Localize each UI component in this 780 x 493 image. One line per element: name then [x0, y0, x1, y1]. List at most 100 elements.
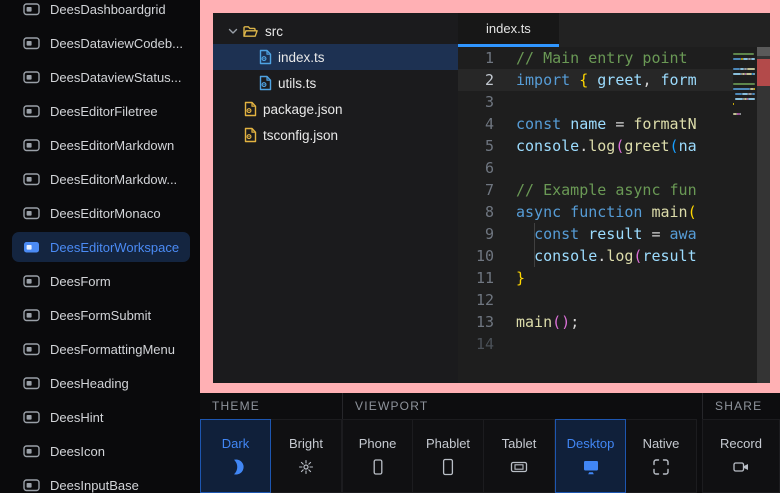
phone-button[interactable]: Phone: [342, 419, 413, 493]
tree-item-label: package.json: [263, 102, 343, 117]
sidebar-item-label: DeesDataviewCodeb...: [50, 36, 183, 51]
code-line-10: 10 console.log(result: [458, 245, 770, 267]
sidebar-item-deeseditorfiletree[interactable]: DeesEditorFiletree: [12, 96, 190, 126]
line-text: console.log(greet(na: [516, 135, 770, 157]
tablet-button[interactable]: Tablet: [484, 419, 555, 493]
tree-item-index-ts[interactable]: index.ts: [213, 44, 458, 70]
sidebar-item-deesicon[interactable]: DeesIcon: [12, 436, 190, 466]
line-number: 7: [458, 179, 516, 201]
code-line-7: 7// Example async fun: [458, 179, 770, 201]
toolbar-section-header: VIEWPORT: [342, 393, 697, 419]
tree-item-label: utils.ts: [278, 76, 316, 91]
component-icon: [23, 69, 40, 85]
record-button[interactable]: Record: [702, 419, 780, 493]
sidebar-item-label: DeesDataviewStatus...: [50, 70, 182, 85]
component-icon: [23, 137, 40, 153]
tree-item-tsconfig-json[interactable]: tsconfig.json: [213, 122, 458, 148]
component-icon: [23, 171, 40, 187]
tree-item-label: index.ts: [278, 50, 325, 65]
code-line-5: 5console.log(greet(na: [458, 135, 770, 157]
ts-file-icon: [258, 75, 272, 91]
tree-item-utils-ts[interactable]: utils.ts: [213, 70, 458, 96]
sidebar-item-label: DeesIcon: [50, 444, 105, 459]
component-sidebar: DeesDashboardgrid DeesDataviewCodeb... Dee…: [0, 0, 200, 493]
json-file-icon: [243, 127, 257, 143]
dark-button[interactable]: Dark: [200, 419, 271, 493]
line-text: const name = formatN: [516, 113, 770, 135]
code-lines: 1// Main entry point2import { greet, for…: [458, 47, 770, 355]
sidebar-item-label: DeesHeading: [50, 376, 129, 391]
sidebar-item-label: DeesEditorFiletree: [50, 104, 158, 119]
sidebar-item-deesdataviewstatus[interactable]: DeesDataviewStatus...: [12, 62, 190, 92]
component-icon: [23, 341, 40, 357]
sidebar-item-label: DeesHint: [50, 410, 103, 425]
sidebar-item-deesheading[interactable]: DeesHeading: [12, 368, 190, 398]
line-number: 1: [458, 47, 516, 69]
indent-guide: [534, 245, 535, 267]
bright-button[interactable]: Bright: [271, 419, 342, 493]
tree-item-label: tsconfig.json: [263, 128, 338, 143]
line-text: const result = awa: [516, 223, 770, 245]
line-text: import { greet, form: [516, 69, 770, 91]
sidebar-item-deeseditormarkdow[interactable]: DeesEditorMarkdow...: [12, 164, 190, 194]
line-text: }: [516, 267, 770, 289]
editor-tab-bar: index.ts: [458, 13, 770, 47]
editor-scrollbar-track[interactable]: [757, 47, 770, 383]
line-text: [516, 157, 770, 179]
line-number: 12: [458, 289, 516, 311]
toolbar-button-label: Record: [720, 436, 762, 451]
component-icon: [23, 307, 40, 323]
code-line-1: 1// Main entry point: [458, 47, 770, 69]
line-number: 2: [458, 69, 516, 91]
desktop-icon: [582, 458, 600, 476]
sidebar-item-deeseditormarkdown[interactable]: DeesEditorMarkdown: [12, 130, 190, 160]
sidebar-item-deeseditorworkspace[interactable]: DeesEditorWorkspace: [12, 232, 190, 262]
code-editor-panel: index.ts 1// Main entry point2import { g…: [458, 13, 770, 383]
sidebar-item-deeshint[interactable]: DeesHint: [12, 402, 190, 432]
toolbar-button-label: Phone: [359, 436, 397, 451]
sidebar-item-deesformattingmenu[interactable]: DeesFormattingMenu: [12, 334, 190, 364]
line-number: 3: [458, 91, 516, 113]
tree-item-label: src: [265, 24, 283, 39]
code-editor-content[interactable]: 1// Main entry point2import { greet, for…: [458, 47, 770, 383]
sidebar-item-label: DeesFormSubmit: [50, 308, 151, 323]
line-text: // Main entry point: [516, 47, 770, 69]
tree-item-package-json[interactable]: package.json: [213, 96, 458, 122]
code-line-9: 9 const result = awa: [458, 223, 770, 245]
sidebar-item-label: DeesForm: [50, 274, 111, 289]
line-number: 14: [458, 333, 516, 355]
phablet-button[interactable]: Phablet: [413, 419, 484, 493]
minimap[interactable]: [733, 47, 757, 383]
folder-open-icon: [242, 24, 259, 39]
demo-toolbar: THEMEDarkBrightVIEWPORTPhonePhabletTable…: [200, 393, 780, 493]
component-icon: [23, 103, 40, 119]
toolbar-button-label: Desktop: [567, 436, 615, 451]
sidebar-item-deeseditormonaco[interactable]: DeesEditorMonaco: [12, 198, 190, 228]
editor-scrollbar-thumb[interactable]: [757, 47, 770, 56]
editor-tab-indexts[interactable]: index.ts: [458, 13, 559, 47]
tablet-icon: [510, 458, 528, 476]
sidebar-item-deesform[interactable]: DeesForm: [12, 266, 190, 296]
sidebar-item-deesdataviewcodeb[interactable]: DeesDataviewCodeb...: [12, 28, 190, 58]
line-text: console.log(result: [516, 245, 770, 267]
phablet-icon: [439, 458, 457, 476]
line-number: 9: [458, 223, 516, 245]
desktop-button[interactable]: Desktop: [555, 419, 626, 493]
line-text: [516, 333, 770, 355]
sidebar-item-deesformsubmit[interactable]: DeesFormSubmit: [12, 300, 190, 330]
sidebar-item-deesdashboardgrid[interactable]: DeesDashboardgrid: [12, 0, 190, 24]
component-icon: [23, 239, 40, 255]
sun-icon: [297, 458, 315, 476]
component-icon: [23, 35, 40, 51]
component-icon: [23, 409, 40, 425]
native-button[interactable]: Native: [626, 419, 697, 493]
tree-item-src[interactable]: src: [213, 18, 458, 44]
editor-workspace-demo: src index.ts utils.ts package.json tsconfig.…: [213, 13, 770, 383]
line-text: async function main(: [516, 201, 770, 223]
line-number: 11: [458, 267, 516, 289]
component-icon: [23, 1, 40, 17]
line-number: 5: [458, 135, 516, 157]
ts-file-icon: [258, 49, 272, 65]
component-icon: [23, 375, 40, 391]
sidebar-item-deesinputbase[interactable]: DeesInputBase: [12, 470, 190, 493]
